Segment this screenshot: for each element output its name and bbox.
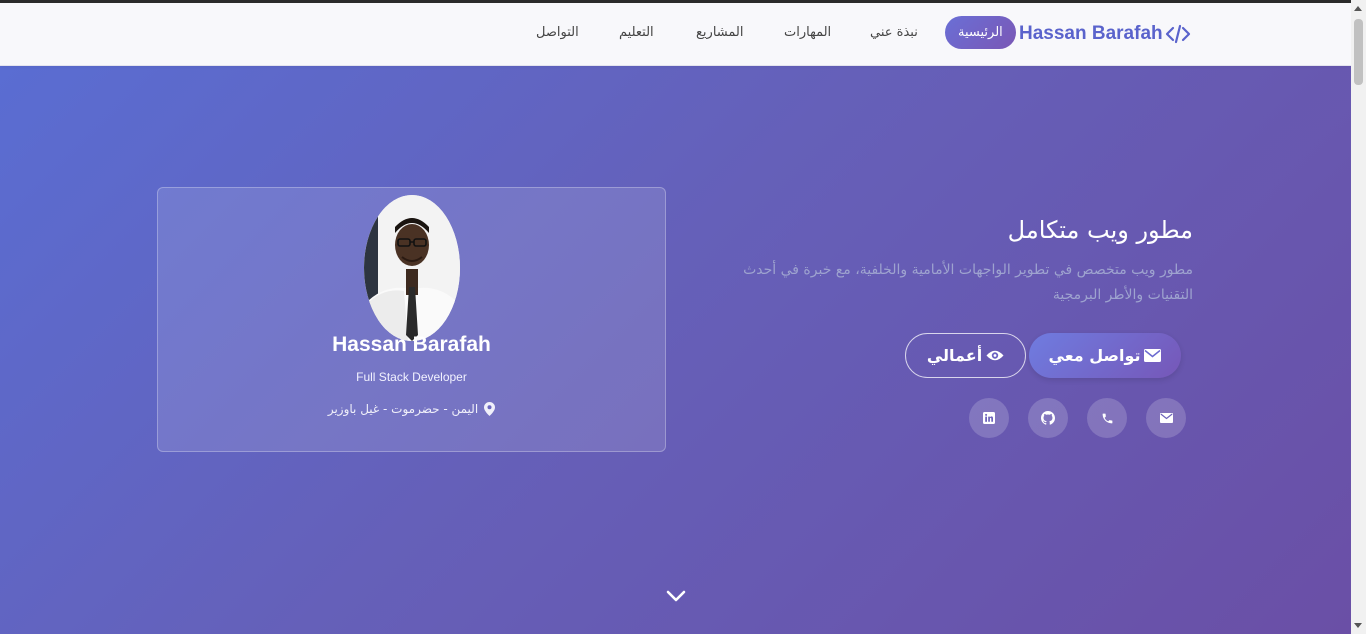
- my-work-label: أعمالي: [926, 346, 983, 365]
- nav-item-home[interactable]: الرئيسية: [945, 16, 1016, 49]
- eye-icon: [986, 350, 1004, 361]
- navbar: Hassan Barafah الرئيسية نبذة عني المهارا…: [0, 3, 1351, 66]
- page-scrollbar[interactable]: [1351, 0, 1366, 634]
- profile-role: Full Stack Developer: [356, 370, 467, 384]
- scroll-up-arrow-icon[interactable]: [1354, 6, 1362, 11]
- location-text: اليمن - حضرموت - غيل باوزير: [327, 402, 479, 416]
- linkedin-icon: [983, 412, 995, 424]
- hero-description: مطور ويب متخصص في تطوير الواجهات الأمامي…: [743, 262, 1193, 303]
- map-pin-icon: [484, 402, 496, 416]
- nav-item-about[interactable]: نبذة عني: [870, 25, 918, 40]
- hero-section: Hassan Barafah Full Stack Developer اليم…: [0, 66, 1351, 634]
- scrollbar-thumb[interactable]: [1354, 19, 1363, 85]
- brand-name: Hassan Barafah: [1019, 23, 1163, 44]
- profile-name: Hassan Barafah: [332, 333, 491, 356]
- avatar-photo: [364, 195, 460, 341]
- chevron-down-icon[interactable]: [665, 588, 687, 604]
- linkedin-link[interactable]: [969, 398, 1009, 438]
- window-top-border: [0, 0, 1351, 3]
- scroll-down-arrow-icon[interactable]: [1354, 623, 1362, 628]
- contact-me-label: تواصل معي: [1048, 346, 1141, 365]
- hero-title: مطور ويب متكامل: [1007, 216, 1193, 244]
- email-link[interactable]: [1146, 398, 1186, 438]
- profile-location: اليمن - حضرموت - غيل باوزير: [158, 402, 665, 416]
- github-icon: [1041, 411, 1055, 425]
- nav-links: الرئيسية نبذة عني المهارات المشاريع التع…: [520, 3, 1016, 66]
- nav-item-projects[interactable]: المشاريع: [696, 25, 743, 40]
- github-link[interactable]: [1028, 398, 1068, 438]
- envelope-icon: [1144, 349, 1162, 362]
- my-work-button[interactable]: أعمالي: [905, 333, 1026, 378]
- profile-card: Hassan Barafah Full Stack Developer اليم…: [157, 187, 666, 452]
- phone-icon: [1102, 413, 1112, 423]
- email-icon: [1159, 413, 1173, 423]
- browser-viewport: Hassan Barafah الرئيسية نبذة عني المهارا…: [0, 0, 1351, 634]
- nav-item-contact[interactable]: التواصل: [536, 25, 579, 40]
- code-icon: [1165, 24, 1190, 44]
- nav-item-skills[interactable]: المهارات: [784, 25, 831, 40]
- nav-item-education[interactable]: التعليم: [619, 25, 654, 40]
- brand-logo[interactable]: Hassan Barafah: [1019, 23, 1191, 45]
- phone-link[interactable]: [1087, 398, 1127, 438]
- contact-me-button[interactable]: تواصل معي: [1029, 333, 1181, 378]
- avatar: [364, 195, 460, 341]
